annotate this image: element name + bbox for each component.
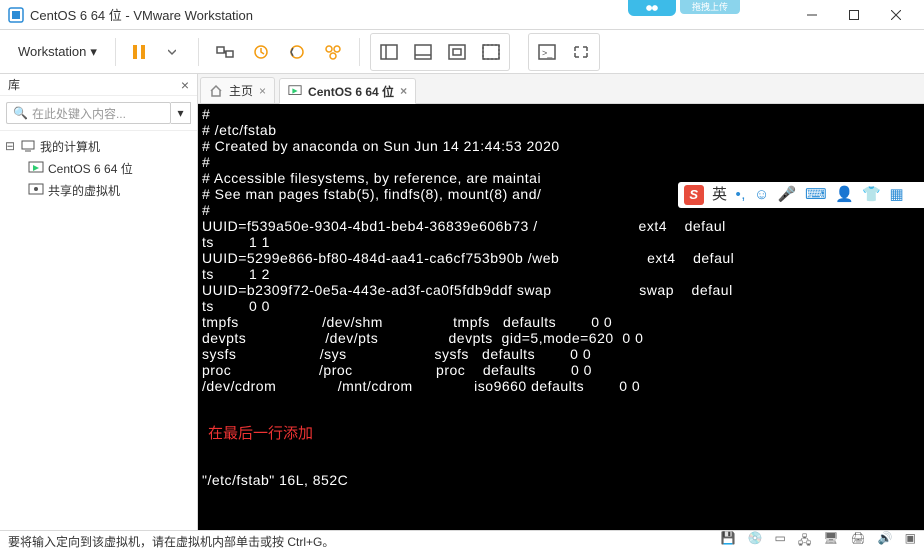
statusbar-text: 要将输入定向到该虚拟机，请在虚拟机内部单击或按 Ctrl+G。 — [8, 533, 334, 550]
menubar: Workstation ▾ >_ — [0, 30, 924, 74]
ime-toolbar[interactable]: S 英 •, ☺ 🎤 ⌨ 👤 👕 ▦ — [678, 182, 924, 208]
revert-button[interactable] — [281, 36, 313, 68]
vm-on-icon — [28, 160, 44, 176]
library-tree: ⊟ 我的计算机 CentOS 6 64 位 共享的虚拟机 — [0, 131, 197, 205]
home-icon — [209, 84, 223, 98]
maximize-button[interactable] — [834, 2, 874, 28]
computer-icon — [20, 138, 36, 154]
view-group — [370, 33, 510, 71]
shared-icon — [28, 182, 44, 198]
printer-icon[interactable]: 🖨 — [850, 531, 865, 552]
tree-root[interactable]: ⊟ 我的计算机 — [0, 135, 197, 157]
dropdown-icon: ▾ — [90, 44, 97, 60]
separator — [359, 38, 360, 66]
main-area: 库 × 🔍 在此处键入内容... ▾ ⊟ 我的计算机 CentOS 6 64 位… — [0, 74, 924, 530]
tree-item-shared-label: 共享的虚拟机 — [48, 182, 120, 199]
separator — [198, 38, 199, 66]
ime-user-icon[interactable]: 👤 — [835, 187, 854, 203]
statusbar: 要将输入定向到该虚拟机，请在虚拟机内部单击或按 Ctrl+G。 💾 💿 ▭ 🖧 … — [0, 530, 924, 552]
svg-text:>_: >_ — [542, 48, 553, 58]
upload-tag[interactable]: 拖拽上传 — [680, 0, 740, 14]
card-icon[interactable]: ▭ — [775, 531, 786, 552]
vmware-icon — [8, 7, 24, 23]
tab-home[interactable]: 主页 × — [200, 77, 275, 103]
disk-icon[interactable]: 💾 — [721, 531, 736, 552]
view-fit-button[interactable] — [475, 36, 507, 68]
separator — [115, 38, 116, 66]
view-single-button[interactable] — [373, 36, 405, 68]
minimize-button[interactable] — [792, 2, 832, 28]
ime-tools-icon[interactable]: ▦ — [889, 187, 904, 203]
ime-skin-icon[interactable]: 👕 — [862, 187, 881, 203]
sidebar-header: 库 × — [0, 74, 197, 96]
send-keys-button[interactable] — [209, 36, 241, 68]
console-group: >_ — [528, 33, 600, 71]
network-icon[interactable]: 🖧 — [798, 531, 811, 552]
collapse-icon[interactable]: ⊟ — [4, 139, 16, 153]
cd-icon[interactable]: 💿 — [748, 531, 763, 552]
tree-item-centos[interactable]: CentOS 6 64 位 — [0, 157, 197, 179]
tabbar: 主页 × CentOS 6 64 位 × — [198, 74, 924, 104]
display-icon[interactable]: 🖥 — [823, 531, 838, 552]
unity-button[interactable] — [565, 36, 597, 68]
play-dropdown[interactable] — [156, 36, 188, 68]
sidebar: 库 × 🔍 在此处键入内容... ▾ ⊟ 我的计算机 CentOS 6 64 位… — [0, 74, 198, 530]
tree-root-label: 我的计算机 — [40, 138, 100, 155]
search-dropdown[interactable]: ▾ — [171, 102, 191, 124]
search-row: 🔍 在此处键入内容... ▾ — [0, 96, 197, 131]
view-stretch-button[interactable] — [441, 36, 473, 68]
sogou-icon: S — [684, 185, 704, 205]
console-text: # # /etc/fstab # Created by anaconda on … — [202, 106, 920, 394]
upload-badge[interactable] — [628, 0, 676, 16]
tab-close-icon[interactable]: × — [259, 84, 266, 98]
window-title: CentOS 6 64 位 - VMware Workstation — [30, 5, 792, 24]
vm-icon — [288, 84, 302, 98]
manage-snapshots-button[interactable] — [317, 36, 349, 68]
pause-button[interactable] — [126, 39, 152, 65]
workstation-menu-label: Workstation — [18, 44, 86, 59]
search-input[interactable]: 🔍 在此处键入内容... — [6, 102, 171, 124]
snapshot-button[interactable] — [245, 36, 277, 68]
search-icon: 🔍 — [13, 106, 28, 120]
sidebar-close-icon[interactable]: × — [181, 77, 189, 93]
view-thumb-button[interactable] — [407, 36, 439, 68]
vm-console[interactable]: # # /etc/fstab # Created by anaconda on … — [198, 104, 924, 530]
workstation-menu[interactable]: Workstation ▾ — [10, 40, 105, 64]
ime-voice-icon[interactable]: 🎤 — [778, 187, 797, 203]
titlebar: CentOS 6 64 位 - VMware Workstation 拖拽上传 — [0, 0, 924, 30]
ime-lang[interactable]: 英 — [712, 187, 728, 203]
tab-close-icon[interactable]: × — [400, 84, 407, 98]
ime-emoji-icon[interactable]: ☺ — [754, 187, 770, 203]
content-area: 主页 × CentOS 6 64 位 × # # /etc/fstab # Cr… — [198, 74, 924, 530]
search-placeholder: 在此处键入内容... — [32, 105, 126, 122]
tree-item-shared[interactable]: 共享的虚拟机 — [0, 179, 197, 201]
tab-home-label: 主页 — [229, 82, 253, 99]
ime-keyboard-icon[interactable]: ⌨ — [805, 187, 827, 203]
tab-vm[interactable]: CentOS 6 64 位 × — [279, 78, 416, 104]
statusbar-icons: 💾 💿 ▭ 🖧 🖥 🖨 🔊 ▣ — [721, 531, 916, 552]
device-icon[interactable]: ▣ — [905, 531, 916, 552]
ime-punct-icon[interactable]: •, — [736, 187, 746, 203]
fullscreen-button[interactable]: >_ — [531, 36, 563, 68]
console-footer: "/etc/fstab" 16L, 852C — [202, 472, 920, 488]
tree-item-centos-label: CentOS 6 64 位 — [48, 160, 133, 177]
sidebar-title: 库 — [8, 76, 20, 93]
close-button[interactable] — [876, 2, 916, 28]
sound-icon[interactable]: 🔊 — [878, 531, 893, 552]
console-annotation: 在最后一行添加 — [208, 426, 920, 442]
tab-vm-label: CentOS 6 64 位 — [308, 83, 394, 100]
